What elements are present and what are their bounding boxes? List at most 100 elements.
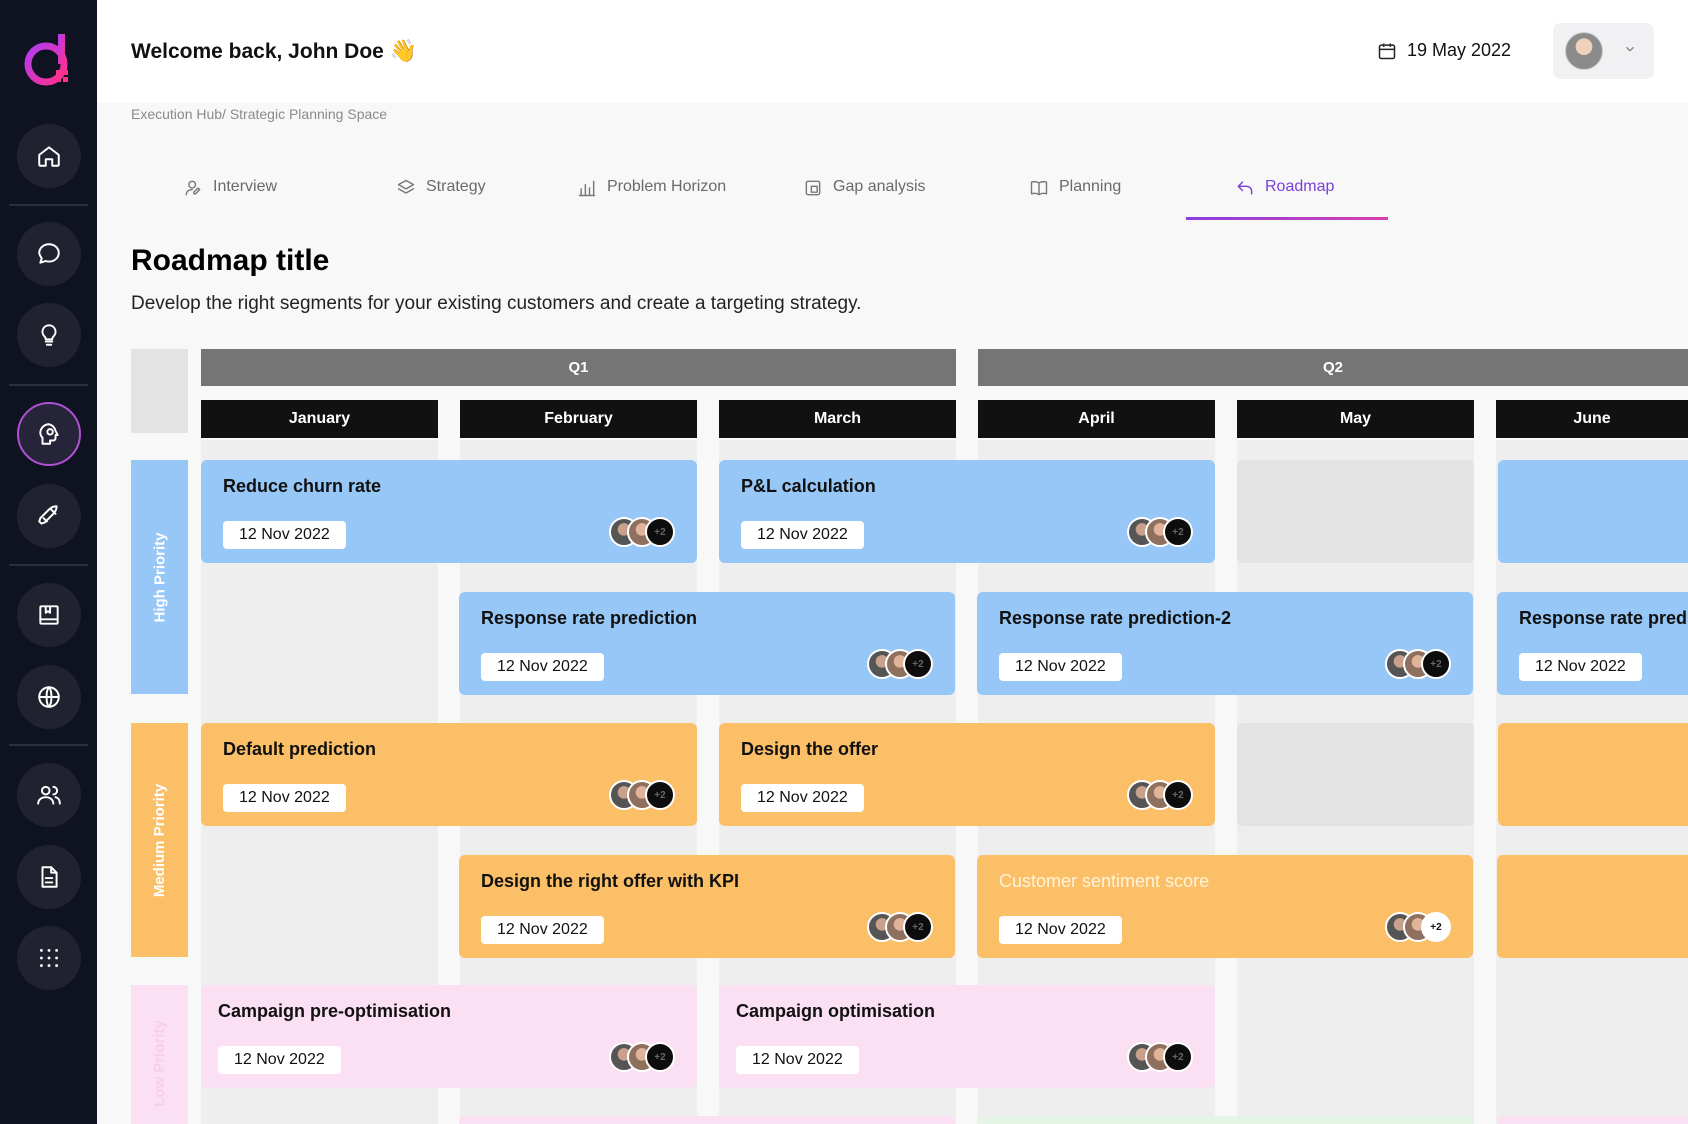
assignee-avatars[interactable]: +2 — [1385, 649, 1451, 679]
tab-problem-horizon[interactable]: Problem Horizon — [577, 168, 726, 220]
breadcrumb[interactable]: Execution Hub/ Strategic Planning Space — [131, 106, 387, 122]
card-date: 12 Nov 2022 — [736, 1046, 859, 1074]
book-icon — [39, 605, 59, 625]
month-march: March — [719, 400, 956, 438]
quarter-q1: Q1 — [201, 349, 956, 386]
lightbulb-icon — [41, 324, 57, 346]
priority-high: High Priority — [131, 460, 188, 694]
nav-home[interactable] — [17, 124, 81, 188]
assignee-avatars[interactable]: +2 — [867, 649, 933, 679]
tab-planning[interactable]: Planning — [1029, 168, 1121, 220]
roadmap-card[interactable]: Reduce churn rate 12 Nov 2022 +2 — [201, 460, 697, 563]
assignee-avatars[interactable]: +2 — [1385, 912, 1451, 942]
nav-users[interactable] — [17, 763, 81, 827]
users-icon — [37, 785, 61, 805]
card-date: 12 Nov 2022 — [481, 653, 604, 681]
layers-icon — [397, 179, 415, 194]
roadmap-card[interactable]: Campaign pre-optimisation 12 Nov 2022 +2 — [201, 985, 697, 1088]
card-title: Default prediction — [223, 739, 377, 759]
assignee-avatars[interactable]: +2 — [867, 912, 933, 942]
roadmap-card[interactable] — [1498, 723, 1688, 826]
chevron-down-icon — [1623, 42, 1637, 61]
month-june: June — [1496, 400, 1688, 438]
user-icon — [185, 180, 201, 196]
roadmap-card[interactable]: Default prediction 12 Nov 2022 +2 — [201, 723, 697, 826]
globe-icon — [38, 686, 60, 708]
tab-gap-analysis[interactable]: Gap analysis — [803, 168, 926, 220]
assignee-avatars[interactable]: +2 — [609, 517, 675, 547]
tab-label: Roadmap — [1265, 178, 1335, 195]
roadmap-card[interactable]: Response rate prediction 12 Nov 2022 +2 — [459, 592, 955, 695]
sidebar-divider — [9, 564, 88, 566]
more-assignees: +2 — [645, 1042, 675, 1072]
assignee-avatars[interactable]: +2 — [1127, 780, 1193, 810]
more-assignees: +2 — [1163, 1042, 1193, 1072]
priority-low: Low Priority — [131, 985, 188, 1124]
top-header: Welcome back, John Doe 👋 19 May 2022 — [97, 0, 1688, 103]
tab-label: Problem Horizon — [607, 178, 727, 195]
priority-label: Low Priority — [151, 1020, 168, 1107]
roadmap-card[interactable] — [1497, 855, 1688, 958]
month-may: May — [1237, 400, 1474, 438]
roadmap-card[interactable]: Campaign optimisation 12 Nov 2022 +2 — [719, 985, 1215, 1088]
nav-ideas[interactable] — [17, 303, 81, 367]
roadmap-card[interactable]: Design the offer 12 Nov 2022 +2 — [719, 723, 1215, 826]
date-text: 19 May 2022 — [1407, 40, 1512, 60]
roadmap-card[interactable] — [1498, 460, 1688, 563]
card-date: 12 Nov 2022 — [1519, 653, 1642, 681]
month-april: April — [978, 400, 1215, 438]
card-date: 12 Nov 2022 — [741, 521, 864, 549]
sidebar-divider — [9, 204, 88, 206]
roadmap-card[interactable]: Response rate prediction 12 Nov 2022 — [1497, 592, 1688, 695]
profile-menu[interactable] — [1553, 23, 1654, 79]
more-assignees: +2 — [1163, 780, 1193, 810]
app-logo[interactable] — [22, 30, 76, 90]
tab-label: Strategy — [426, 178, 486, 195]
nav-chat[interactable] — [17, 222, 81, 286]
card-title: Design the right offer with KPI — [481, 871, 740, 891]
tab-label: Planning — [1059, 178, 1122, 195]
nav-library[interactable] — [17, 583, 81, 647]
tab-strategy[interactable]: Strategy — [396, 168, 486, 220]
assignee-avatars[interactable]: +2 — [609, 780, 675, 810]
roadmap-card[interactable]: Response rate prediction-2 12 Nov 2022 +… — [977, 592, 1473, 695]
more-assignees: +2 — [903, 649, 933, 679]
roadmap-card[interactable] — [1497, 1116, 1688, 1124]
card-date: 12 Nov 2022 — [481, 916, 604, 944]
card-title: Response rate prediction-2 — [999, 608, 1232, 628]
nav-apps[interactable] — [17, 926, 81, 990]
document-icon — [41, 866, 58, 888]
roadmap-card[interactable] — [977, 1116, 1473, 1124]
more-assignees: +2 — [1163, 517, 1193, 547]
roadmap-card[interactable]: Customer sentiment score 12 Nov 2022 +2 — [977, 855, 1473, 958]
tab-interview[interactable]: Interview — [183, 168, 277, 220]
card-title: Reduce churn rate — [223, 476, 382, 496]
sidebar — [0, 0, 97, 1124]
assignee-avatars[interactable]: +2 — [1127, 517, 1193, 547]
card-date: 12 Nov 2022 — [999, 653, 1122, 681]
avatar — [1565, 32, 1603, 70]
roadmap-card[interactable]: P&L calculation 12 Nov 2022 +2 — [719, 460, 1215, 563]
brain-icon — [39, 423, 59, 445]
roadmap-card[interactable] — [459, 1116, 955, 1124]
page-title: Roadmap title — [131, 244, 330, 277]
month-february: February — [460, 400, 697, 438]
card-date: 12 Nov 2022 — [999, 916, 1122, 944]
nav-strategy[interactable] — [17, 402, 81, 466]
tab-roadmap[interactable]: Roadmap — [1235, 168, 1334, 220]
empty-slot[interactable] — [1237, 723, 1474, 826]
gap-icon — [805, 180, 821, 196]
nav-globe[interactable] — [17, 665, 81, 729]
priority-label: Medium Priority — [151, 783, 169, 897]
assignee-avatars[interactable]: +2 — [1127, 1042, 1193, 1072]
assignee-avatars[interactable]: +2 — [609, 1042, 675, 1072]
priority-label: High Priority — [151, 531, 169, 623]
empty-slot[interactable] — [1237, 460, 1474, 563]
more-assignees: +2 — [1421, 649, 1451, 679]
roadmap-card[interactable]: Design the right offer with KPI 12 Nov 2… — [459, 855, 955, 958]
card-title: Response rate prediction — [481, 608, 698, 628]
apps-grid-icon — [40, 949, 59, 967]
nav-launch[interactable] — [17, 484, 81, 548]
nav-documents[interactable] — [17, 845, 81, 909]
tab-label: Interview — [213, 178, 278, 195]
